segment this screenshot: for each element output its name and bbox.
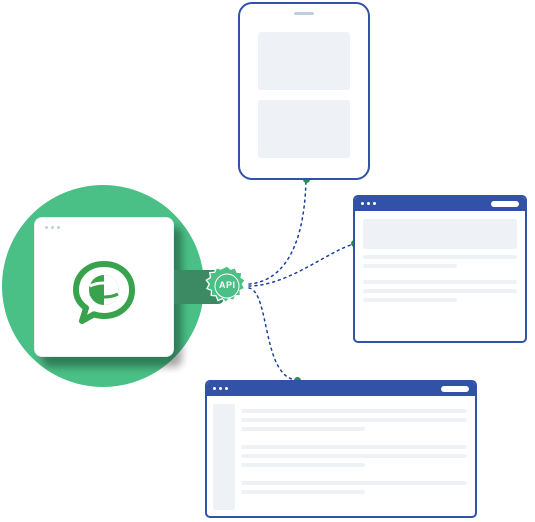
window-dot-icon	[45, 226, 48, 229]
text-line	[363, 264, 457, 268]
web-app-mockup-large	[205, 380, 477, 518]
text-line	[241, 481, 467, 485]
content-block	[258, 32, 350, 90]
browser-titlebar	[207, 382, 475, 396]
content-area	[241, 404, 467, 499]
window-dot-icon	[51, 226, 54, 229]
text-line	[363, 255, 517, 259]
browser-titlebar	[355, 197, 525, 211]
sidebar-block	[213, 404, 235, 510]
window-dot-icon	[367, 202, 370, 205]
text-line	[241, 490, 365, 494]
address-bar-icon	[441, 386, 469, 392]
text-line	[241, 454, 467, 458]
mobile-app-mockup	[238, 2, 370, 180]
content-block	[363, 219, 517, 249]
window-dot-icon	[219, 387, 222, 390]
text-line	[241, 445, 467, 449]
text-line	[363, 289, 517, 293]
phone-notch-icon	[294, 12, 314, 15]
window-dot-icon	[361, 202, 364, 205]
window-dot-icon	[213, 387, 216, 390]
text-line	[363, 298, 457, 302]
content-block	[258, 100, 350, 158]
text-line	[241, 427, 365, 431]
text-line	[241, 463, 365, 467]
window-dot-icon	[57, 226, 60, 229]
address-bar-icon	[491, 201, 519, 207]
web-app-mockup-small	[353, 195, 527, 343]
window-dot-icon	[225, 387, 228, 390]
window-dot-icon	[373, 202, 376, 205]
text-line	[363, 280, 517, 284]
api-integration-diagram: API	[0, 0, 535, 522]
source-app-card	[34, 217, 174, 357]
api-badge-label: API	[219, 280, 236, 290]
text-line	[241, 409, 467, 413]
text-line	[241, 418, 467, 422]
chat-globe-icon	[68, 258, 140, 330]
